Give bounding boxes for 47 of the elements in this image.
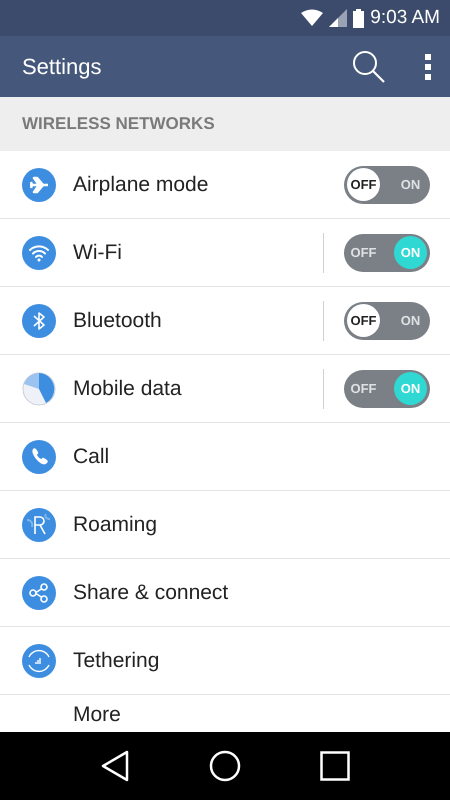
row-label: Airplane mode [73,172,210,198]
settings-row[interactable]: More [0,695,450,729]
row-label: Tethering [73,648,160,674]
app-title: Settings [22,53,102,81]
status-time: 9:03 AM [370,6,440,30]
tethering-icon [22,644,56,678]
home-icon[interactable] [208,750,241,782]
row-label: More [73,702,122,728]
settings-row[interactable]: Share & connect [0,559,450,627]
airplane-icon [22,168,56,202]
search-icon[interactable] [352,50,386,84]
recent-apps-icon[interactable] [320,751,350,781]
cell-signal-icon [329,9,348,27]
phone-icon [22,440,56,474]
row-label: Share & connect [73,580,230,606]
settings-row[interactable]: Call [0,423,450,491]
row-label: Mobile data [73,376,183,402]
off-label: OFF [350,244,378,262]
settings-row[interactable]: Mobile data OFF ON [0,355,450,423]
battery-icon [353,8,364,28]
wifi-icon [22,236,56,270]
bluetooth-icon [22,304,56,338]
wifi-signal-icon [301,9,324,27]
row-label: Roaming [73,512,158,538]
settings-row[interactable]: Tethering [0,627,450,695]
pie-icon [22,372,56,406]
on-label: ON [400,176,422,194]
more-options-icon[interactable] [424,52,432,80]
section-title: WIRELESS NETWORKS [22,113,215,136]
row-label: Bluetooth [73,308,163,334]
settings-row[interactable]: Bluetooth OFF ON [0,287,450,355]
settings-row[interactable]: Roaming [0,491,450,559]
on-label: ON [394,372,427,405]
on-label: ON [394,236,427,269]
row-label: Call [73,444,110,470]
back-icon[interactable] [100,750,130,782]
toggle-switch[interactable]: OFF ON [344,166,430,204]
row-label: Wi-Fi [73,240,123,266]
settings-row[interactable]: Wi-Fi OFF ON [0,219,450,287]
settings-row[interactable]: Airplane mode OFF ON [0,151,450,219]
off-label: OFF [347,168,380,201]
off-label: OFF [347,304,380,337]
globe-r-icon [22,508,56,542]
toggle-switch[interactable]: OFF ON [344,302,430,340]
share-icon [22,576,56,610]
off-label: OFF [350,380,378,398]
on-label: ON [400,312,422,330]
